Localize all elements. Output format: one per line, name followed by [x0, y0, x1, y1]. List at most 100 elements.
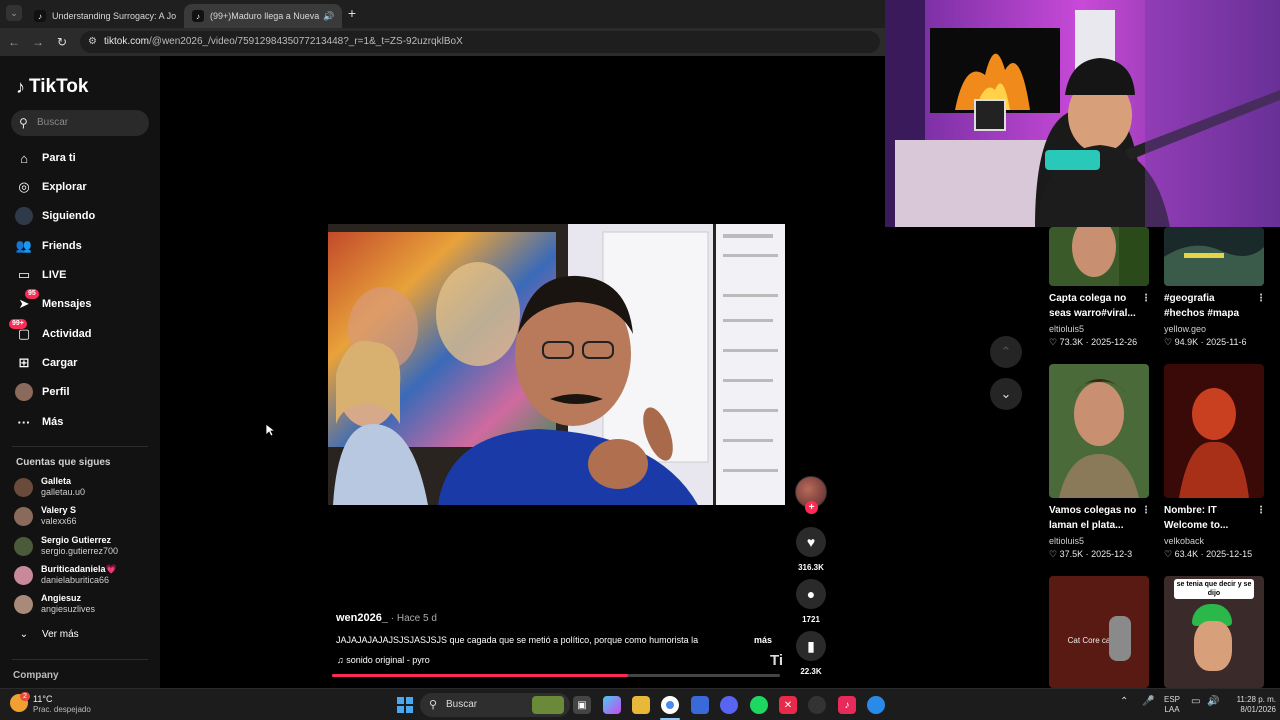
divider	[12, 446, 148, 447]
file-explorer-icon[interactable]	[632, 696, 650, 714]
rec-stats: ♡ 94.9K · 2025-11-6	[1164, 337, 1246, 348]
task-view-icon[interactable]: ▣	[573, 696, 591, 714]
mouse-cursor-icon	[265, 423, 275, 437]
clock[interactable]: 11:28 p. m. 8/01/2026	[1228, 695, 1276, 715]
following-account[interactable]: Galleta galletau.u0	[14, 476, 85, 498]
save-button[interactable]: ▮	[796, 631, 826, 661]
tiktok-logo[interactable]: ♪ TikTok	[16, 76, 88, 98]
nav-mas[interactable]: ··· Más	[15, 411, 155, 433]
nav-siguiendo[interactable]: Siguiendo	[15, 205, 155, 227]
more-options-icon[interactable]: ⋮	[1141, 503, 1151, 518]
following-account[interactable]: Angiesuz angiesuzlives	[14, 593, 95, 615]
more-button[interactable]: más	[754, 635, 772, 645]
nav-cargar[interactable]: ⊞ Cargar	[15, 352, 155, 374]
tray-chevron-icon[interactable]: ⌃	[1120, 697, 1128, 707]
rec-title[interactable]: Capta colega no seas warro#viral... ⋮	[1049, 291, 1151, 321]
language-indicator[interactable]: ESP LAA	[1164, 695, 1180, 715]
account-user: sergio.gutierrez700	[41, 546, 119, 556]
url-input[interactable]: ⚙ tiktok.com/@wen2026_/video/75912984350…	[80, 31, 880, 53]
rec-stats: ♡ 37.5K · 2025-12-3	[1049, 549, 1132, 560]
close-icon[interactable]: ✕	[176, 10, 182, 23]
rec-author[interactable]: yellow.geo	[1164, 324, 1206, 334]
site-info-icon[interactable]: ⚙	[88, 31, 97, 53]
see-more-label: Ver más	[42, 628, 79, 640]
tab-1[interactable]: ♪ Understanding Surrogacy: A Jo ✕	[26, 4, 182, 28]
rec-title[interactable]: #geografia #hechos #mapa ⋮	[1164, 291, 1266, 321]
following-account[interactable]: Valery Svalexx66	[14, 505, 77, 527]
nav-actividad[interactable]: ▢ 99+ Actividad	[9, 319, 155, 345]
rec-author[interactable]: eltioluis5	[1049, 324, 1084, 334]
windows-start-icon[interactable]	[396, 696, 414, 714]
following-account[interactable]: Sergio Gutierrez sergio.gutierrez700	[14, 535, 118, 557]
heart-icon: ♥	[806, 534, 816, 550]
rec-title-line: #hechos #mapa	[1164, 308, 1240, 319]
video-thumbnail[interactable]: se tenia que decir y se dijo	[1164, 576, 1264, 688]
bookmark-icon: ▮	[807, 637, 815, 654]
video-thumbnail[interactable]: Cat Core cat core	[1049, 576, 1149, 688]
activity-icon: ▢ 99+	[9, 319, 33, 343]
avatar	[14, 565, 33, 585]
nav-para-ti[interactable]: ⌂ Para ti	[15, 147, 155, 169]
previous-video-button[interactable]: ⌃	[990, 336, 1022, 368]
heart-outline-icon: ♡	[1049, 549, 1060, 559]
like-button[interactable]: ♥	[796, 527, 826, 557]
rec-title[interactable]: Nombre: IT Welcome to... ⋮	[1164, 503, 1266, 533]
volume-icon[interactable]: 🔊	[1207, 697, 1219, 707]
see-more-button[interactable]: ⌄ Ver más	[15, 623, 155, 645]
back-icon[interactable]: ←	[6, 34, 22, 50]
nav-label: Actividad	[42, 328, 92, 340]
video-thumbnail[interactable]	[1164, 364, 1264, 498]
heart-outline-icon: ♡	[1164, 549, 1175, 559]
video-thumbnail[interactable]	[1049, 364, 1149, 498]
nav-label: Mensajes	[42, 298, 92, 310]
forward-icon[interactable]: →	[30, 34, 46, 50]
chrome-icon[interactable]	[661, 696, 679, 714]
search-input[interactable]: ⚲ Buscar	[11, 110, 149, 136]
nav-live[interactable]: ▭ LIVE	[15, 264, 155, 286]
following-account[interactable]: Buriticadaniela💗 danielaburitica66	[14, 564, 117, 586]
rec-date: 2025-12-26	[1091, 337, 1138, 347]
store-icon[interactable]	[691, 696, 709, 714]
follow-plus-icon[interactable]: +	[805, 501, 818, 514]
steam-icon[interactable]	[808, 696, 826, 714]
copilot-icon[interactable]	[603, 696, 621, 714]
more-options-icon[interactable]: ⋮	[1256, 291, 1266, 306]
video-thumbnail[interactable]	[1049, 227, 1149, 286]
rec-author[interactable]: velkoback	[1164, 536, 1204, 546]
tab-2-title: (99+)Maduro llega a Nueva	[210, 11, 320, 21]
discord-icon[interactable]	[720, 696, 738, 714]
app-x-icon[interactable]: ✕	[779, 696, 797, 714]
following-section-title: Cuentas que sigues	[16, 457, 111, 468]
nav-perfil[interactable]: Perfil	[15, 381, 155, 403]
progress-bar[interactable]	[332, 674, 628, 677]
avatar	[14, 506, 33, 526]
microphone-icon[interactable]: 🎤	[1142, 697, 1154, 707]
more-options-icon[interactable]: ⋮	[1256, 503, 1266, 518]
taskbar-search[interactable]: ⚲ Buscar	[420, 693, 570, 717]
nav-label: Siguiendo	[42, 210, 96, 222]
next-video-button[interactable]: ⌄	[990, 378, 1022, 410]
tiktok-app-icon[interactable]: ♪	[838, 696, 856, 714]
nav-explorar[interactable]: ◎ Explorar	[15, 176, 155, 198]
video-player[interactable]	[328, 68, 785, 678]
nav-mensajes[interactable]: ➤ 95 Mensajes	[15, 289, 155, 315]
sound-link[interactable]: ♫ sonido original - pyro	[337, 655, 430, 665]
network-icon[interactable]: ▭	[1191, 697, 1200, 707]
reload-icon[interactable]: ↻	[54, 34, 70, 50]
separator: ·	[1198, 337, 1207, 347]
tab-2[interactable]: ♪ (99+)Maduro llega a Nueva 🔊 ✕	[184, 4, 342, 28]
new-tab-button[interactable]: +	[344, 5, 360, 21]
video-author[interactable]: wen2026_ · Hace 5 d	[336, 612, 437, 624]
speaker-icon[interactable]: 🔊	[323, 11, 334, 22]
comment-button[interactable]: ●	[796, 579, 826, 609]
more-options-icon[interactable]: ⋮	[1141, 291, 1151, 306]
rec-title[interactable]: Vamos colegas no laman el plata... ⋮	[1049, 503, 1151, 533]
app-blue-icon[interactable]	[867, 696, 885, 714]
tab-list-button[interactable]: ⌄	[6, 5, 22, 21]
rec-author[interactable]: eltioluis5	[1049, 536, 1084, 546]
nav-friends[interactable]: 👥 Friends	[15, 235, 155, 257]
close-icon[interactable]: ✕	[335, 10, 342, 23]
spotify-icon[interactable]	[750, 696, 768, 714]
video-thumbnail[interactable]	[1164, 227, 1264, 286]
company-link[interactable]: Company	[13, 670, 59, 681]
